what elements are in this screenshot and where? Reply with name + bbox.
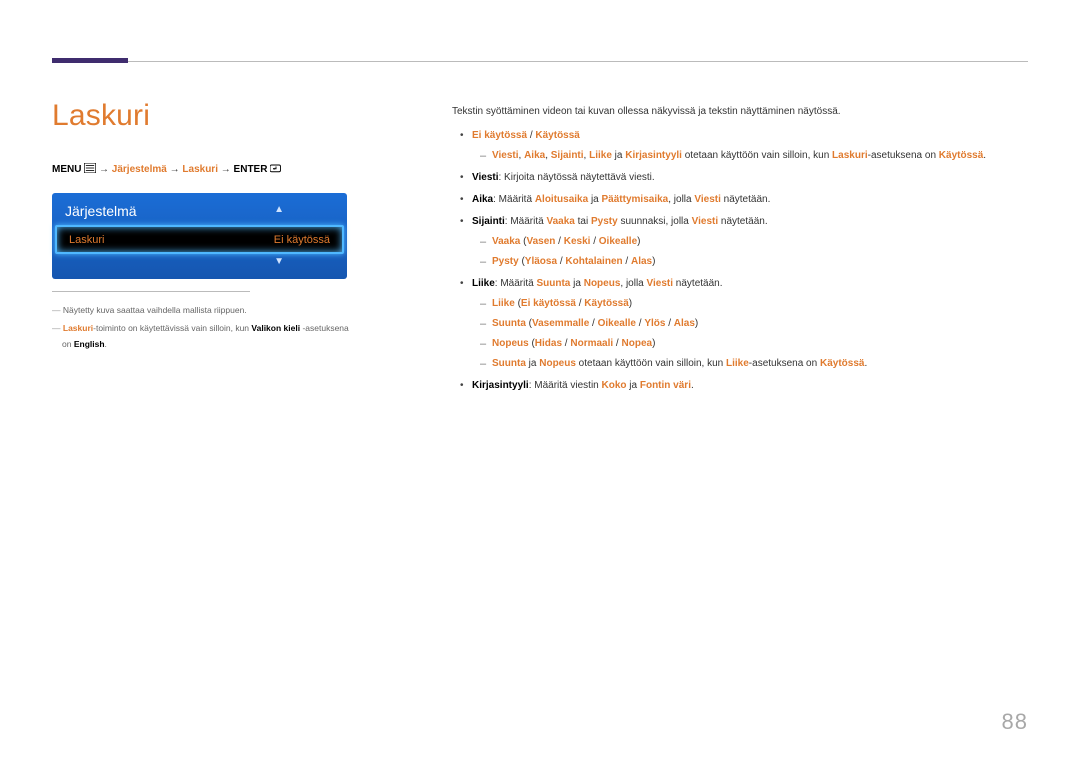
footnote-1: ― Näytetty kuva saattaa vaihdella mallis… xyxy=(52,302,352,318)
bullet-kirjasintyyli: Kirjasintyyli: Määritä viestin Koko ja F… xyxy=(452,378,1028,394)
intro-text: Tekstin syöttäminen videon tai kuvan oll… xyxy=(452,104,1028,120)
dash-vaaka: Vaaka (Vasen / Keski / Oikealle) xyxy=(472,234,1028,250)
footnote-rule xyxy=(52,291,250,292)
dash-liike-toggle: Liike (Ei käytössä / Käytössä) xyxy=(472,296,1028,312)
dash-pysty: Pysty (Yläosa / Kohtalainen / Alas) xyxy=(472,254,1028,270)
osd-row-value: Ei käytössä xyxy=(274,234,330,246)
dash-enable-note: Viesti, Aika, Sijainti, Liike ja Kirjasi… xyxy=(472,148,1028,164)
osd-panel: Järjestelmä ▲ Laskuri Ei käytössä ▼ xyxy=(52,193,347,279)
menu-icon xyxy=(84,163,96,173)
enter-icon xyxy=(270,163,282,173)
dash-nopeus: Nopeus (Hidas / Normaali / Nopea) xyxy=(472,336,1028,352)
osd-row-laskuri[interactable]: Laskuri Ei käytössä xyxy=(55,225,344,254)
footnote-2: ― Laskuri-toiminto on käytettävissä vain… xyxy=(52,320,352,352)
header-rule xyxy=(52,61,1028,62)
arrow-up-icon[interactable]: ▲ xyxy=(274,204,284,215)
dash-liike-note: Suunta ja Nopeus otetaan käyttöön vain s… xyxy=(472,356,1028,372)
header-accent xyxy=(52,58,128,63)
bullet-sijainti: Sijainti: Määritä Vaaka tai Pysty suunna… xyxy=(452,214,1028,270)
bullet-enable: Ei käytössä / Käytössä Viesti, Aika, Sij… xyxy=(452,128,1028,164)
bullet-aika: Aika: Määritä Aloitusaika ja Päättymisai… xyxy=(452,192,1028,208)
bullet-liike: Liike: Määritä Suunta ja Nopeus, jolla V… xyxy=(452,276,1028,372)
breadcrumb: MENU → Järjestelmä → Laskuri → ENTER xyxy=(52,163,352,175)
osd-header: Järjestelmä ▲ xyxy=(55,196,344,225)
osd-row-label: Laskuri xyxy=(69,234,104,246)
page-title: Laskuri xyxy=(52,99,352,133)
osd-title: Järjestelmä xyxy=(65,203,137,219)
arrow-down-icon[interactable]: ▼ xyxy=(274,256,284,267)
body-text: Tekstin syöttäminen videon tai kuvan oll… xyxy=(452,104,1028,400)
osd-footer: ▼ xyxy=(55,254,344,276)
bullet-viesti: Viesti: Kirjoita näytössä näytettävä vie… xyxy=(452,170,1028,186)
dash-suunta: Suunta (Vasemmalle / Oikealle / Ylös / A… xyxy=(472,316,1028,332)
page-number: 88 xyxy=(1002,709,1028,735)
